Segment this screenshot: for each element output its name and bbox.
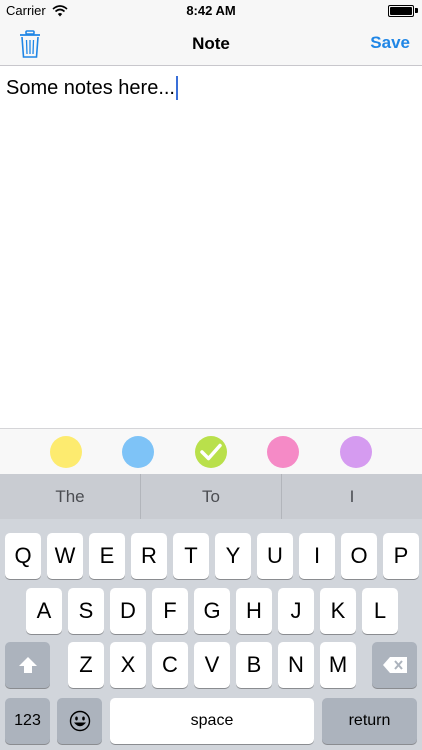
color-picker	[0, 428, 422, 474]
key-w[interactable]: W	[47, 533, 83, 579]
key-z[interactable]: Z	[68, 642, 104, 688]
key-p[interactable]: P	[383, 533, 419, 579]
key-g[interactable]: G	[194, 588, 230, 634]
keyboard: The To I QWERTYUIOPASDFGHJKLZXCVBNM 123 …	[0, 474, 422, 750]
color-swatch-purple[interactable]	[340, 436, 372, 468]
key-n[interactable]: N	[278, 642, 314, 688]
delete-icon	[382, 657, 407, 673]
color-swatch-green[interactable]	[195, 436, 227, 468]
key-u[interactable]: U	[257, 533, 293, 579]
key-j[interactable]: J	[278, 588, 314, 634]
key-i[interactable]: I	[299, 533, 335, 579]
delete-key[interactable]	[372, 642, 417, 688]
return-key[interactable]: return	[322, 698, 417, 744]
emoji-icon	[69, 710, 90, 732]
color-swatch-blue[interactable]	[122, 436, 154, 468]
color-swatch-pink[interactable]	[267, 436, 299, 468]
key-x[interactable]: X	[110, 642, 146, 688]
note-text: Some notes here...	[6, 76, 175, 99]
navigation-bar: Note Save	[0, 22, 422, 66]
key-c[interactable]: C	[152, 642, 188, 688]
key-s[interactable]: S	[68, 588, 104, 634]
suggestion-item[interactable]: To	[140, 474, 281, 519]
key-y[interactable]: Y	[215, 533, 251, 579]
key-m[interactable]: M	[320, 642, 356, 688]
key-k[interactable]: K	[320, 588, 356, 634]
color-swatch-yellow[interactable]	[50, 436, 82, 468]
save-button[interactable]: Save	[370, 33, 410, 53]
key-r[interactable]: R	[131, 533, 167, 579]
key-b[interactable]: B	[236, 642, 272, 688]
key-a[interactable]: A	[26, 588, 62, 634]
key-q[interactable]: Q	[5, 533, 41, 579]
key-t[interactable]: T	[173, 533, 209, 579]
suggestion-bar: The To I	[0, 474, 422, 519]
key-v[interactable]: V	[194, 642, 230, 688]
key-f[interactable]: F	[152, 588, 188, 634]
shift-icon	[18, 657, 37, 673]
status-bar: Carrier 8:42 AM	[0, 0, 422, 22]
status-time: 8:42 AM	[186, 3, 236, 18]
space-key[interactable]: space	[110, 698, 314, 744]
note-text-area[interactable]: Some notes here...	[0, 67, 422, 428]
note-content[interactable]: Some notes here...	[6, 76, 178, 100]
key-l[interactable]: L	[362, 588, 398, 634]
page-title: Note	[192, 34, 230, 53]
key-h[interactable]: H	[236, 588, 272, 634]
suggestion-item[interactable]: The	[0, 474, 140, 519]
battery-icon	[388, 5, 414, 17]
key-d[interactable]: D	[110, 588, 146, 634]
suggestion-item[interactable]: I	[281, 474, 422, 519]
emoji-key[interactable]	[57, 698, 102, 744]
key-e[interactable]: E	[89, 533, 125, 579]
shift-key[interactable]	[5, 642, 50, 688]
numbers-key[interactable]: 123	[5, 698, 50, 744]
text-cursor	[175, 76, 178, 100]
checkmark-icon	[200, 443, 222, 461]
key-o[interactable]: O	[341, 533, 377, 579]
